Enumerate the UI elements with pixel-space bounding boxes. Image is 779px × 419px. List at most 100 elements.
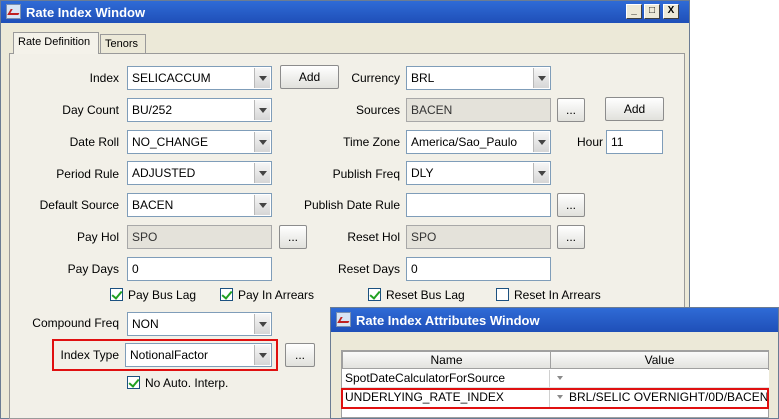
checkbox-checked-icon[interactable]	[368, 288, 381, 301]
reset-hol-value: SPO	[411, 230, 437, 244]
minimize-button[interactable]: _	[626, 4, 642, 19]
checkbox-checked-icon[interactable]	[220, 288, 233, 301]
dropdown-arrow-icon[interactable]	[557, 375, 563, 380]
chevron-down-icon[interactable]	[533, 163, 549, 183]
tab-label: Rate Definition	[18, 36, 91, 48]
hour-label: Hour	[576, 135, 603, 149]
sources-browse-button[interactable]: ...	[557, 98, 585, 122]
checkbox-checked-icon[interactable]	[127, 376, 140, 389]
add-source-button[interactable]: Add	[605, 97, 664, 121]
reset-in-arrears-checkbox[interactable]: Reset In Arrears	[496, 288, 601, 304]
column-header-name[interactable]: Name	[342, 351, 551, 369]
time-zone-value: America/Sao_Paulo	[411, 135, 518, 149]
chevron-down-icon[interactable]	[533, 68, 549, 88]
no-auto-interp-label: No Auto. Interp.	[145, 376, 229, 390]
checkbox-checked-icon[interactable]	[110, 288, 123, 301]
chevron-down-icon[interactable]	[254, 314, 270, 334]
default-source-label: Default Source	[39, 198, 119, 212]
reset-hol-browse-button[interactable]: ...	[557, 225, 585, 249]
sources-value: BACEN	[411, 103, 453, 117]
pay-bus-lag-label: Pay Bus Lag	[128, 288, 197, 302]
index-type-browse-button[interactable]: ...	[285, 343, 315, 367]
period-rule-value: ADJUSTED	[132, 166, 196, 180]
rate-index-attributes-window: Rate Index Attributes Window Name Value …	[330, 307, 779, 419]
pay-hol-browse-button[interactable]: ...	[279, 225, 307, 249]
sources-label: Sources	[355, 103, 400, 117]
period-rule-combo[interactable]: ADJUSTED	[127, 161, 272, 185]
day-count-value: BU/252	[132, 103, 173, 117]
compound-freq-value: NON	[132, 317, 159, 331]
hour-value: 11	[611, 135, 624, 149]
pay-hol-field: SPO	[127, 225, 272, 249]
pay-hol-label: Pay Hol	[76, 230, 119, 244]
publish-date-rule-browse-button[interactable]: ...	[557, 193, 585, 217]
date-roll-combo[interactable]: NO_CHANGE	[127, 130, 272, 154]
tab-label: Tenors	[105, 38, 139, 50]
compound-freq-label: Compound Freq	[32, 316, 119, 330]
pay-in-arrears-checkbox[interactable]: Pay In Arrears	[220, 288, 314, 304]
reset-in-arrears-label: Reset In Arrears	[514, 288, 601, 302]
index-type-combo[interactable]: NotionalFactor	[125, 343, 272, 367]
chevron-down-icon[interactable]	[254, 345, 270, 365]
pay-days-label: Pay Days	[67, 262, 119, 276]
period-rule-label: Period Rule	[56, 167, 119, 181]
reset-bus-lag-checkbox[interactable]: Reset Bus Lag	[368, 288, 465, 304]
chevron-down-icon[interactable]	[254, 132, 270, 152]
reset-hol-label: Reset Hol	[347, 230, 400, 244]
tab-tenors[interactable]: Tenors	[100, 34, 146, 54]
publish-freq-label: Publish Freq	[332, 167, 400, 181]
attributes-window-title: Rate Index Attributes Window	[356, 313, 540, 328]
pay-hol-value: SPO	[132, 230, 158, 244]
hour-input[interactable]: 11	[606, 130, 663, 154]
underlying-rate-index-highlight	[341, 388, 769, 409]
publish-freq-value: DLY	[411, 166, 434, 180]
default-source-value: BACEN	[132, 198, 174, 212]
currency-combo[interactable]: BRL	[406, 66, 551, 90]
index-type-label: Index Type	[60, 348, 120, 362]
app-icon	[336, 312, 351, 327]
chevron-down-icon[interactable]	[254, 100, 270, 120]
pay-days-value: 0	[132, 262, 139, 276]
reset-days-input[interactable]: 0	[406, 257, 551, 281]
chevron-down-icon[interactable]	[533, 132, 549, 152]
index-value: SELICACCUM	[132, 71, 211, 85]
close-button[interactable]: X	[663, 4, 679, 19]
date-roll-value: NO_CHANGE	[132, 135, 209, 149]
chevron-down-icon[interactable]	[254, 68, 270, 88]
publish-freq-combo[interactable]: DLY	[406, 161, 551, 185]
index-type-value: NotionalFactor	[130, 348, 209, 362]
publish-date-rule-label: Publish Date Rule	[303, 198, 400, 212]
currency-value: BRL	[411, 71, 435, 85]
pay-days-input[interactable]: 0	[127, 257, 272, 281]
day-count-combo[interactable]: BU/252	[127, 98, 272, 122]
table-row-value[interactable]	[550, 370, 769, 388]
currency-label: Currency	[351, 71, 400, 85]
reset-bus-lag-label: Reset Bus Lag	[386, 288, 465, 302]
reset-days-value: 0	[411, 262, 418, 276]
time-zone-label: Time Zone	[343, 135, 400, 149]
app-icon	[6, 4, 21, 19]
window-title: Rate Index Window	[26, 5, 146, 20]
day-count-label: Day Count	[62, 103, 119, 117]
time-zone-combo[interactable]: America/Sao_Paulo	[406, 130, 551, 154]
reset-days-label: Reset Days	[337, 262, 400, 276]
reset-hol-field: SPO	[406, 225, 551, 249]
table-row-name[interactable]: SpotDateCalculatorForSource	[342, 370, 550, 388]
no-auto-interp-checkbox[interactable]: No Auto. Interp.	[127, 376, 228, 392]
attributes-title-bar[interactable]: Rate Index Attributes Window	[331, 308, 778, 332]
column-header-value[interactable]: Value	[550, 351, 769, 369]
pay-bus-lag-checkbox[interactable]: Pay Bus Lag	[110, 288, 196, 304]
maximize-button[interactable]: □	[644, 4, 660, 19]
title-bar[interactable]: Rate Index Window _ □ X	[1, 1, 689, 23]
index-combo[interactable]: SELICACCUM	[127, 66, 272, 90]
checkbox-unchecked-icon[interactable]	[496, 288, 509, 301]
compound-freq-combo[interactable]: NON	[127, 312, 272, 336]
pay-in-arrears-label: Pay In Arrears	[238, 288, 315, 302]
publish-date-rule-input[interactable]	[406, 193, 551, 217]
tab-rate-definition[interactable]: Rate Definition	[13, 32, 99, 54]
default-source-combo[interactable]: BACEN	[127, 193, 272, 217]
sources-field: BACEN	[406, 98, 551, 122]
chevron-down-icon[interactable]	[254, 195, 270, 215]
chevron-down-icon[interactable]	[254, 163, 270, 183]
index-label: Index	[89, 71, 119, 85]
